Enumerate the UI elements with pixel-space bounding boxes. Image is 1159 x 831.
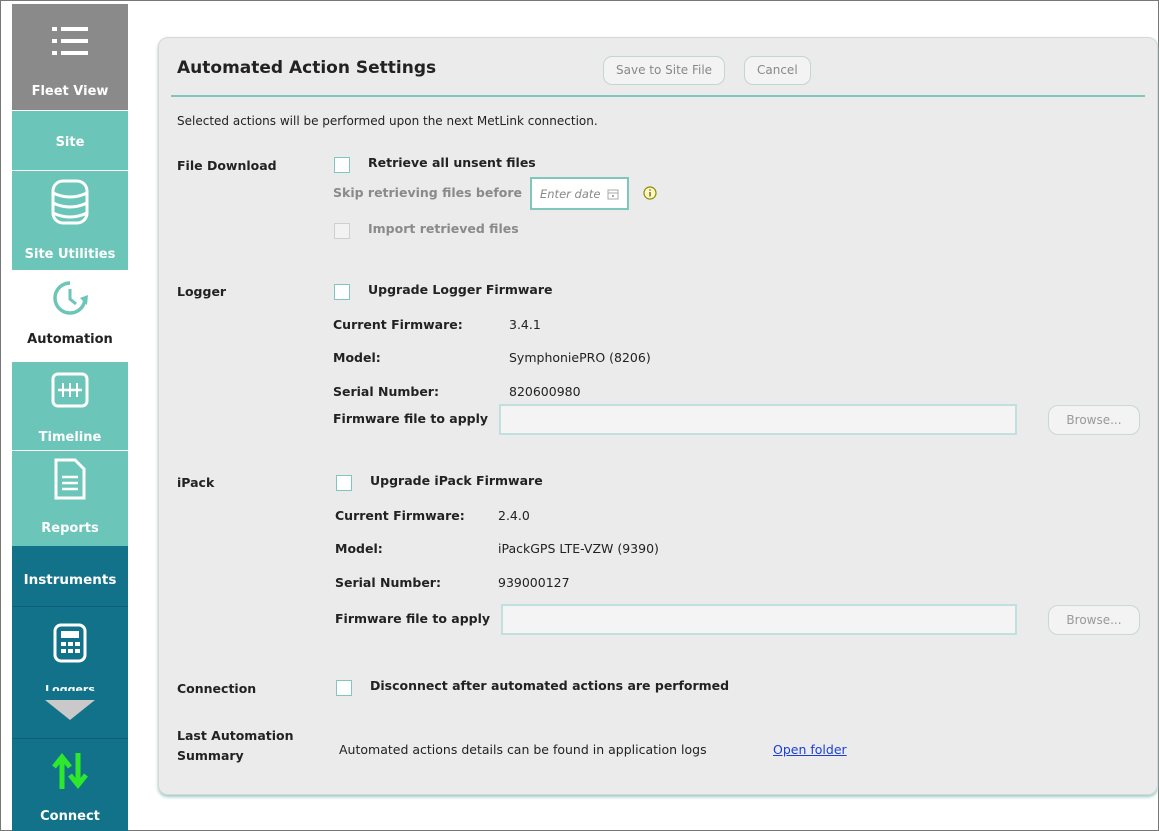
logger-firmware-file-input[interactable] xyxy=(499,404,1017,435)
logger-firmware-file-label: Firmware file to apply xyxy=(333,411,489,426)
database-icon xyxy=(51,179,89,225)
info-icon[interactable] xyxy=(643,186,657,200)
nav-site-label: Site xyxy=(55,135,85,150)
automated-action-settings-panel: Automated Action Settings Save to Site F… xyxy=(158,37,1158,795)
connection-section-label: Connection xyxy=(177,681,257,696)
logger-serial-label: Serial Number: xyxy=(333,384,439,399)
nav-reports[interactable]: Reports xyxy=(12,450,128,546)
logger-model-label: Model: xyxy=(333,350,381,365)
nav-fleet-view[interactable]: Fleet View xyxy=(12,4,128,110)
ipack-model-value: iPackGPS LTE-VZW (9390) xyxy=(498,541,659,556)
import-retrieved-files-checkbox[interactable] xyxy=(334,223,350,239)
ipack-model-label: Model: xyxy=(335,541,383,556)
header-divider xyxy=(171,95,1145,97)
ipack-firmware-file-input[interactable] xyxy=(501,604,1017,635)
nav-timeline-label: Timeline xyxy=(38,430,102,445)
nav-automation-label: Automation xyxy=(27,332,113,347)
disconnect-after-actions-label: Disconnect after automated actions are p… xyxy=(370,678,730,693)
logger-section-label: Logger xyxy=(177,284,227,299)
logger-serial-value: 820600980 xyxy=(509,384,581,399)
nav-connect[interactable]: Connect xyxy=(12,738,128,831)
last-automation-summary-label-line2: Summary xyxy=(177,748,244,763)
cancel-button[interactable]: Cancel xyxy=(744,56,811,85)
nav-site[interactable]: Site xyxy=(12,110,128,170)
nav-site-utilities-label: Site Utilities xyxy=(24,247,116,262)
timeline-icon xyxy=(51,372,89,408)
document-icon xyxy=(54,458,86,500)
nav-fleet-view-label: Fleet View xyxy=(31,84,109,99)
ipack-current-firmware-value: 2.4.0 xyxy=(498,508,530,523)
logger-browse-button[interactable]: Browse... xyxy=(1048,405,1140,435)
menu-icon xyxy=(52,27,88,55)
file-download-section-label: File Download xyxy=(177,158,277,173)
upgrade-logger-firmware-checkbox[interactable] xyxy=(334,284,350,300)
retrieve-unsent-files-checkbox[interactable] xyxy=(334,157,350,173)
summary-text: Automated actions details can be found i… xyxy=(339,742,707,757)
upgrade-ipack-firmware-label: Upgrade iPack Firmware xyxy=(370,473,543,488)
nav-loggers[interactable]: Loggers xyxy=(12,606,128,696)
nav-scroll-down[interactable] xyxy=(12,696,128,738)
nav-site-utilities[interactable]: Site Utilities xyxy=(12,170,128,270)
ipack-serial-label: Serial Number: xyxy=(335,575,441,590)
logger-current-firmware-value: 3.4.1 xyxy=(509,317,541,332)
ipack-firmware-file-label: Firmware file to apply xyxy=(335,611,491,626)
nav-automation[interactable]: Automation xyxy=(12,270,128,362)
upgrade-logger-firmware-label: Upgrade Logger Firmware xyxy=(368,282,553,297)
disconnect-after-actions-checkbox[interactable] xyxy=(336,680,352,696)
ipack-current-firmware-label: Current Firmware: xyxy=(335,508,465,523)
calculator-icon xyxy=(53,623,87,663)
chevron-down-icon xyxy=(45,700,95,720)
logger-model-value: SymphoniePRO (8206) xyxy=(509,350,651,365)
import-retrieved-files-label: Import retrieved files xyxy=(368,221,519,236)
skip-date-input[interactable]: Enter date xyxy=(530,177,629,210)
nav-instruments[interactable]: Instruments xyxy=(12,546,128,606)
calendar-icon[interactable] xyxy=(607,188,619,200)
open-folder-link[interactable]: Open folder xyxy=(773,742,847,757)
nav-instruments-label: Instruments xyxy=(23,572,117,588)
nav-timeline[interactable]: Timeline xyxy=(12,362,128,450)
last-automation-summary-label-line1: Last Automation xyxy=(177,728,294,743)
nav-reports-label: Reports xyxy=(41,521,99,536)
skip-date-placeholder: Enter date xyxy=(540,187,601,201)
skip-retrieving-label: Skip retrieving files before xyxy=(333,185,522,200)
ipack-section-label: iPack xyxy=(177,475,215,490)
logger-current-firmware-label: Current Firmware: xyxy=(333,317,463,332)
page-title: Automated Action Settings xyxy=(177,58,437,78)
intro-text: Selected actions will be performed upon … xyxy=(177,114,598,128)
nav-connect-label: Connect xyxy=(40,809,100,824)
ipack-browse-button[interactable]: Browse... xyxy=(1048,605,1140,635)
clock-refresh-icon xyxy=(53,281,88,315)
ipack-serial-value: 939000127 xyxy=(498,575,570,590)
upgrade-ipack-firmware-checkbox[interactable] xyxy=(336,475,352,491)
save-to-site-file-button[interactable]: Save to Site File xyxy=(603,56,726,85)
up-down-arrows-icon xyxy=(52,752,88,790)
nav-loggers-label: Loggers xyxy=(45,683,95,691)
sidebar: Fleet View Site Site Utilities Automatio… xyxy=(12,4,128,831)
retrieve-unsent-files-label: Retrieve all unsent files xyxy=(368,155,536,170)
